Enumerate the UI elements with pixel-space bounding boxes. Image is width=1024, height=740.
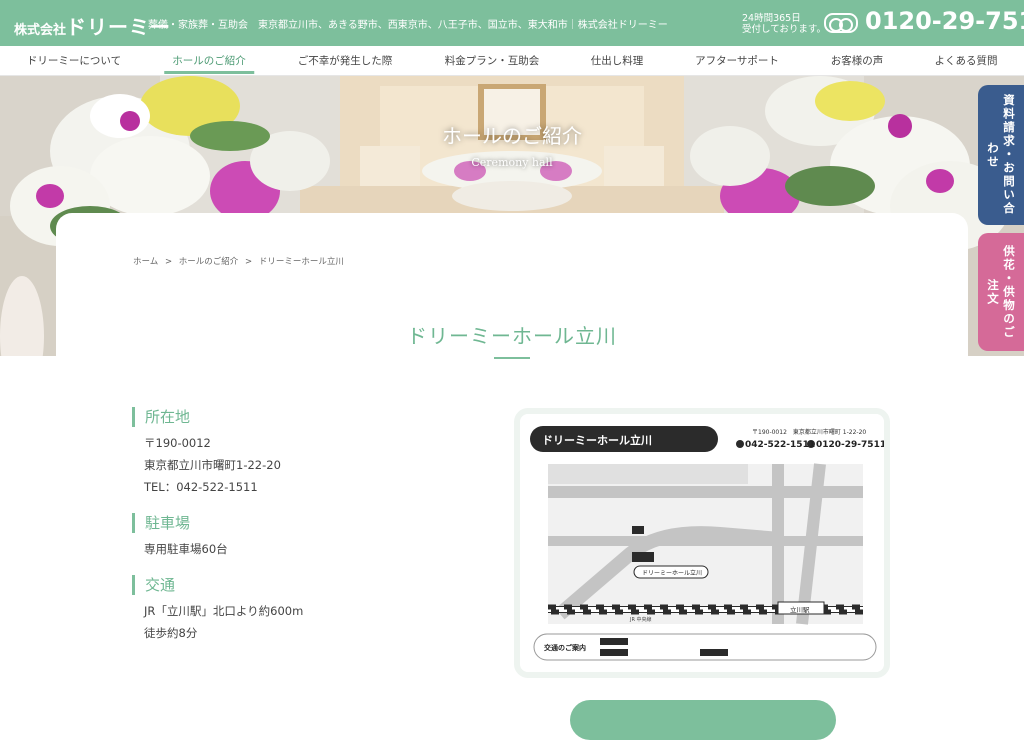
header-tagline: 葬儀・家族葬・互助会 東京都立川市、あきる野市、西東京市、八王子市、国立市、東大… — [148, 20, 668, 31]
parking-heading: 駐車場 — [132, 513, 190, 533]
location-address: 東京都立川市曙町1-22-20 — [144, 458, 281, 472]
request-info-button[interactable]: 資料請求・お問い合わせ — [978, 85, 1024, 225]
hours-line-2: 受付しております。 — [742, 24, 826, 35]
bottom-action-button[interactable] — [570, 700, 836, 740]
map-jr-label: JR 中央線 — [630, 617, 652, 623]
main-nav: ドリーミーについて ホールのご紹介 ご不幸が発生した際 料金プラン・互助会 仕出… — [0, 46, 1024, 76]
map-tel: 042-522-1511 — [745, 440, 816, 450]
hours-info: 24時間365日 受付しております。 — [742, 13, 826, 35]
nav-item-catering[interactable]: 仕出し料理 — [591, 46, 644, 76]
hero-title: ホールのご紹介 — [442, 124, 582, 148]
location-heading: 所在地 — [132, 407, 190, 427]
order-flowers-button[interactable]: 供花・供物のご注文 — [978, 233, 1024, 351]
page-title: ドリーミーホール立川 — [407, 324, 617, 348]
breadcrumb-halls[interactable]: ホールのご紹介 — [179, 257, 239, 267]
map-hall-name: ドリーミーホール立川 — [542, 434, 652, 447]
map-drawing — [520, 414, 884, 672]
map-marker-label: ドリーミーホール立川 — [642, 570, 703, 577]
map-station-label: 立川駅 — [790, 606, 810, 614]
access-map: ドリーミーホール立川 〒190-0012 東京都立川市曙町 1-22-20 04… — [514, 408, 890, 678]
location-postal: 〒190-0012 — [144, 436, 211, 450]
access-line-2: 徒歩約8分 — [144, 626, 198, 640]
free-dial-icon — [824, 13, 858, 33]
breadcrumb: ホーム > ホールのご紹介 > ドリーミーホール立川 — [133, 255, 348, 267]
nav-item-pricing[interactable]: 料金プラン・互助会 — [445, 46, 540, 76]
map-free-dial: 0120-29-7511 — [816, 440, 887, 450]
breadcrumb-separator: > — [164, 257, 173, 267]
breadcrumb-separator: > — [245, 257, 253, 267]
breadcrumb-home[interactable]: ホーム — [133, 257, 158, 267]
nav-item-after-support[interactable]: アフターサポート — [695, 46, 779, 76]
access-heading: 交通 — [132, 575, 175, 595]
nav-item-faq[interactable]: よくある質問 — [935, 46, 998, 76]
nav-item-bereavement[interactable]: ご不幸が発生した際 — [298, 46, 393, 76]
hero-subtitle: Ceremony hall — [471, 156, 553, 169]
hours-line-1: 24時間365日 — [742, 13, 801, 24]
map-guide-label: 交通のご案内 — [544, 644, 586, 652]
nav-item-halls[interactable]: ホールのご紹介 — [164, 46, 254, 76]
top-header: 株式会社ドリーミー 葬儀・家族葬・互助会 東京都立川市、あきる野市、西東京市、八… — [0, 0, 1024, 46]
access-line-1: JR「立川駅」北口より約600m — [144, 604, 304, 618]
location-tel[interactable]: TEL：042-522-1511 — [144, 476, 258, 498]
header-phone-number[interactable]: 0120-29-7511 — [865, 7, 1024, 35]
nav-item-about[interactable]: ドリーミーについて — [27, 46, 121, 76]
title-underline — [494, 357, 530, 359]
nav-item-testimonials[interactable]: お客様の声 — [831, 46, 884, 76]
parking-text: 専用駐車場60台 — [144, 542, 228, 556]
map-address: 〒190-0012 東京都立川市曙町 1-22-20 — [752, 429, 867, 436]
breadcrumb-current: ドリーミーホール立川 — [258, 257, 344, 267]
logo-prefix: 株式会社 — [14, 23, 67, 38]
